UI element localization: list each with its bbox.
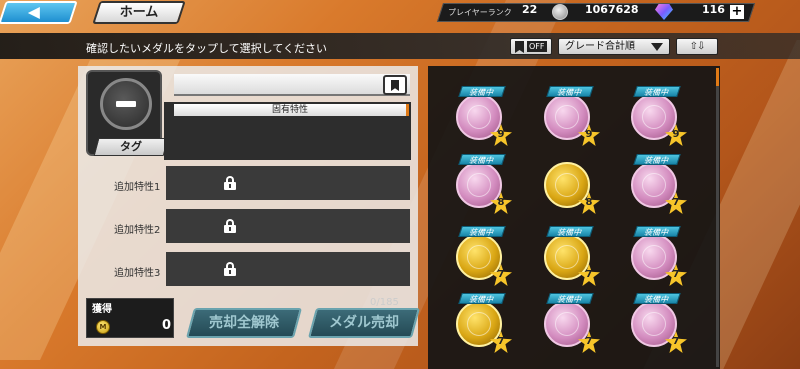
sort-select[interactable]: グレード合計順 xyxy=(558,38,670,55)
lock-icon xyxy=(223,176,237,190)
medal-card[interactable]: 装備中 7 xyxy=(627,226,689,288)
scrollbar-thumb[interactable] xyxy=(716,68,719,86)
medal-card[interactable]: 装備中 7 xyxy=(627,154,689,216)
extra-trait-row[interactable] xyxy=(166,166,410,200)
equipped-badge: 装備中 xyxy=(546,226,594,237)
medal-card[interactable]: 装備中 7 xyxy=(627,293,689,355)
home-button[interactable]: ホーム xyxy=(92,1,186,24)
medal-grade: 7 xyxy=(672,269,680,280)
equipped-badge: 装備中 xyxy=(633,226,681,237)
bookmark-icon xyxy=(391,80,399,91)
coin-icon xyxy=(552,4,568,20)
equipped-badge: 装備中 xyxy=(633,86,681,97)
medal-grade: 9 xyxy=(585,129,593,140)
extra-trait-label: 追加特性2 xyxy=(114,225,161,236)
medal-coin-icon: M xyxy=(96,320,110,334)
sell-medals-button[interactable]: メダル売却 xyxy=(307,308,421,338)
instruction-text: 確認したいメダルをタップして選択してください xyxy=(86,42,328,55)
equipped-badge: 装備中 xyxy=(458,154,506,165)
coin-count: 1067628 xyxy=(585,3,639,16)
acquire-value: 0 xyxy=(162,318,172,333)
gem-count: 116 xyxy=(702,3,725,16)
sort-order-button[interactable]: ⇧⇩ xyxy=(676,38,718,55)
equipped-badge: 装備中 xyxy=(458,86,506,97)
selection-count: 0/185 xyxy=(370,297,399,308)
extra-trait-label: 追加特性3 xyxy=(114,268,161,279)
medal-grade: 7 xyxy=(672,197,680,208)
unsell-all-label: 売却全解除 xyxy=(209,315,279,331)
medal-grade: 7 xyxy=(497,336,505,347)
medal-card[interactable]: 装備中 7 xyxy=(540,293,602,355)
medal-card[interactable]: 装備中 7 xyxy=(452,293,514,355)
back-arrow-icon xyxy=(27,7,40,19)
equipped-badge: 装備中 xyxy=(633,154,681,165)
medal-card[interactable]: 装備中 8 xyxy=(452,154,514,216)
medal-card[interactable]: 装備中 7 xyxy=(452,226,514,288)
back-button[interactable] xyxy=(0,1,78,24)
equipped-badge: 装備中 xyxy=(458,293,506,304)
extra-trait-row[interactable] xyxy=(166,209,410,243)
inherent-trait-header: 固有特性 xyxy=(174,104,409,116)
medal-card[interactable]: 装備中 9 xyxy=(540,86,602,148)
extra-trait-label: 追加特性1 xyxy=(114,182,161,193)
medal-grade: 9 xyxy=(672,129,680,140)
sell-medals-label: メダル売却 xyxy=(329,315,399,331)
medal-grade: 9 xyxy=(497,129,505,140)
equipped-badge: 装備中 xyxy=(458,226,506,237)
medal-grade: 7 xyxy=(672,336,680,347)
tag-button-label: タグ xyxy=(120,140,142,153)
sort-order-icon: ⇧⇩ xyxy=(689,41,706,52)
bookmark-filter-toggle[interactable]: OFF xyxy=(510,38,552,55)
equipped-badge: 装備中 xyxy=(546,86,594,97)
medal-bookmark-button[interactable] xyxy=(383,75,407,95)
medal-card[interactable]: 8 xyxy=(540,154,602,216)
lock-icon xyxy=(223,262,237,276)
equipped-badge: 装備中 xyxy=(546,293,594,304)
player-rank-label: プレイヤーランク xyxy=(448,8,512,17)
medal-name-bar xyxy=(174,74,410,96)
scrollbar-track[interactable] xyxy=(716,68,719,367)
medal-grade: 8 xyxy=(497,197,505,208)
sort-select-value: グレード合計順 xyxy=(565,41,635,52)
empty-medal-icon xyxy=(100,78,152,130)
chevron-down-icon xyxy=(651,43,663,51)
unsell-all-button[interactable]: 売却全解除 xyxy=(185,308,303,338)
medal-grade: 7 xyxy=(585,336,593,347)
bookmark-icon xyxy=(515,41,524,53)
medal-grade: 7 xyxy=(497,269,505,280)
bookmark-filter-state: OFF xyxy=(527,41,547,52)
medal-grade: 8 xyxy=(585,197,593,208)
medal-card[interactable]: 装備中 7 xyxy=(540,226,602,288)
medal-card[interactable]: 装備中 9 xyxy=(452,86,514,148)
lock-icon xyxy=(223,219,237,233)
medal-grade: 7 xyxy=(585,269,593,280)
equipped-badge: 装備中 xyxy=(633,293,681,304)
extra-trait-row[interactable] xyxy=(166,252,410,286)
tag-button[interactable]: タグ xyxy=(93,138,169,156)
home-button-label: ホーム xyxy=(119,5,159,20)
acquire-label: 獲得 xyxy=(92,304,112,315)
medal-card[interactable]: 装備中 9 xyxy=(627,86,689,148)
player-rank-value: 22 xyxy=(522,3,538,16)
dash-icon xyxy=(116,101,136,107)
add-gems-button[interactable]: + xyxy=(730,5,744,19)
